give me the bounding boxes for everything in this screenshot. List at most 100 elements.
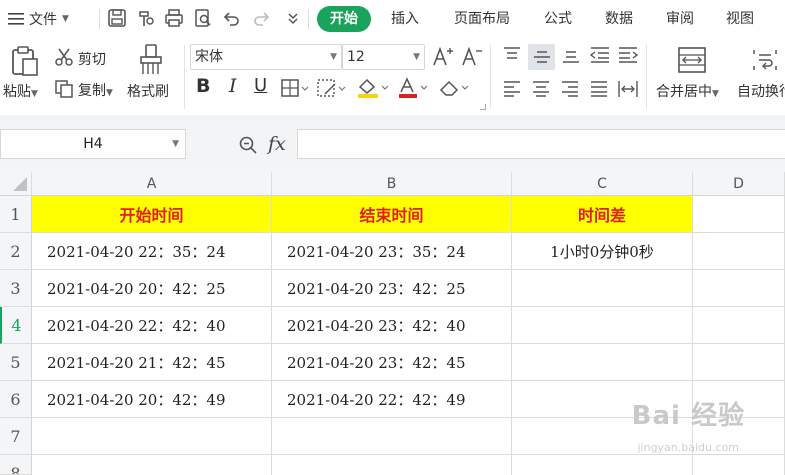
- tab-review[interactable]: 审阅: [663, 6, 697, 32]
- row-header-3[interactable]: 3: [0, 270, 32, 307]
- formula-bar: H4 ▼ fx: [0, 115, 785, 175]
- tab-view[interactable]: 视图: [723, 6, 757, 32]
- cell-b5[interactable]: 2021-04-20 23：42：45: [272, 344, 512, 381]
- bold-button[interactable]: B: [196, 75, 210, 97]
- format-painter-icon[interactable]: [137, 43, 165, 77]
- tab-formulas[interactable]: 公式: [541, 6, 575, 32]
- cell-c5[interactable]: [512, 344, 693, 381]
- fill-color-icon[interactable]: [356, 77, 392, 99]
- font-dialog-launcher[interactable]: [480, 104, 486, 110]
- cell-d5[interactable]: [693, 344, 785, 381]
- cell-b6[interactable]: 2021-04-20 22：42：49: [272, 381, 512, 418]
- name-box[interactable]: H4 ▼: [0, 129, 186, 159]
- header-cell-time-diff[interactable]: 时间差: [512, 196, 693, 233]
- row-header-6[interactable]: 6: [0, 381, 32, 418]
- auto-wrap-button[interactable]: 自动换行: [737, 81, 785, 101]
- quick-access-chevron-icon[interactable]: [283, 8, 303, 28]
- cell-b3[interactable]: 2021-04-20 23：42：25: [272, 270, 512, 307]
- decrease-font-size-icon[interactable]: [461, 45, 483, 67]
- borders-icon[interactable]: [281, 78, 309, 98]
- tab-page-layout[interactable]: 页面布局: [450, 6, 514, 32]
- cell-b2[interactable]: 2021-04-20 23：35：24: [272, 233, 512, 270]
- ribbon-toolbar: 粘贴▼ 剪切 复制▼ 格式刷 宋体 ▼ 12 ▼ B I U 合并居中▼ 自动换: [0, 37, 785, 115]
- cut-button[interactable]: 剪切: [78, 49, 106, 69]
- merge-center-button[interactable]: 合并居中▼: [656, 81, 719, 101]
- hamburger-icon: [8, 13, 24, 25]
- cell-c2[interactable]: 1小时0分钟0秒: [512, 233, 693, 270]
- column-header-b[interactable]: B: [272, 172, 512, 196]
- align-right-icon[interactable]: [560, 80, 580, 98]
- font-size-select[interactable]: 12 ▼: [342, 44, 425, 70]
- font-name-select[interactable]: 宋体 ▼: [190, 44, 342, 70]
- column-header-a[interactable]: A: [32, 172, 272, 196]
- undo-icon[interactable]: [222, 8, 242, 28]
- cell-d1[interactable]: [693, 196, 785, 233]
- decrease-indent-icon[interactable]: [589, 46, 611, 64]
- merge-center-icon[interactable]: [677, 46, 707, 74]
- justify-icon[interactable]: [589, 80, 609, 98]
- function-fx-button[interactable]: fx: [268, 133, 286, 155]
- print-icon[interactable]: [164, 8, 184, 28]
- cell-d8[interactable]: [693, 455, 785, 475]
- file-menu[interactable]: 文件 ▼: [8, 9, 69, 29]
- header-cell-end-time[interactable]: 结束时间: [272, 196, 512, 233]
- cell-d4[interactable]: [693, 307, 785, 344]
- zoom-search-icon[interactable]: [238, 135, 258, 155]
- formula-input[interactable]: [297, 129, 785, 159]
- cell-c3[interactable]: [512, 270, 693, 307]
- redo-icon[interactable]: [251, 8, 271, 28]
- cell-b4[interactable]: 2021-04-20 23：42：40: [272, 307, 512, 344]
- cell-d2[interactable]: [693, 233, 785, 270]
- print-preview-icon[interactable]: [193, 8, 213, 28]
- cell-a4[interactable]: 2021-04-20 22：42：40: [32, 307, 272, 344]
- increase-indent-icon[interactable]: [617, 46, 639, 64]
- cell-b7[interactable]: [272, 418, 512, 455]
- align-center-icon[interactable]: [531, 80, 551, 98]
- italic-button[interactable]: I: [229, 75, 237, 97]
- row-header-5[interactable]: 5: [0, 344, 32, 381]
- tab-insert[interactable]: 插入: [387, 6, 423, 32]
- header-cell-start-time[interactable]: 开始时间: [32, 196, 272, 233]
- distributed-align-icon[interactable]: [617, 79, 639, 99]
- underline-button[interactable]: U: [254, 75, 267, 96]
- wrap-text-icon[interactable]: [751, 46, 779, 74]
- column-header-c[interactable]: C: [512, 172, 693, 196]
- scissors-icon[interactable]: [54, 47, 74, 67]
- cell-c8[interactable]: [512, 455, 693, 475]
- cell-a8[interactable]: [32, 455, 272, 475]
- select-all-corner[interactable]: [0, 172, 32, 196]
- cell-d3[interactable]: [693, 270, 785, 307]
- copy-format-icon[interactable]: [136, 8, 156, 28]
- cell-a2[interactable]: 2021-04-20 22：35：24: [32, 233, 272, 270]
- align-bottom-icon[interactable]: [561, 46, 581, 64]
- cell-a5[interactable]: 2021-04-20 21：42：45: [32, 344, 272, 381]
- format-painter-button[interactable]: 格式刷: [127, 81, 169, 101]
- watermark-url: jingyan.baidu.com: [637, 441, 739, 454]
- align-left-icon[interactable]: [502, 80, 522, 98]
- cell-a3[interactable]: 2021-04-20 20：42：25: [32, 270, 272, 307]
- align-middle-button[interactable]: [528, 44, 555, 70]
- row-header-4[interactable]: 4: [0, 307, 32, 344]
- font-color-icon[interactable]: [397, 77, 433, 99]
- row-header-1[interactable]: 1: [0, 196, 32, 233]
- save-icon[interactable]: [107, 8, 127, 28]
- chevron-down-icon: ▼: [62, 14, 69, 24]
- row-header-7[interactable]: 7: [0, 418, 32, 455]
- cell-c4[interactable]: [512, 307, 693, 344]
- cell-b8[interactable]: [272, 455, 512, 475]
- copy-button[interactable]: 复制▼: [78, 80, 113, 100]
- row-header-2[interactable]: 2: [0, 233, 32, 270]
- column-header-d[interactable]: D: [693, 172, 785, 196]
- tab-home[interactable]: 开始: [317, 6, 371, 32]
- row-header-8[interactable]: 8: [0, 455, 32, 475]
- align-top-icon[interactable]: [502, 46, 522, 64]
- paste-button[interactable]: 粘贴▼: [3, 81, 38, 101]
- paste-icon[interactable]: [9, 45, 41, 77]
- copy-icon[interactable]: [54, 79, 74, 99]
- increase-font-size-icon[interactable]: [432, 45, 454, 67]
- eraser-icon[interactable]: [438, 77, 474, 99]
- cell-a6[interactable]: 2021-04-20 20：42：49: [32, 381, 272, 418]
- cell-a7[interactable]: [32, 418, 272, 455]
- cell-style-icon[interactable]: [317, 78, 347, 98]
- tab-data[interactable]: 数据: [602, 6, 636, 32]
